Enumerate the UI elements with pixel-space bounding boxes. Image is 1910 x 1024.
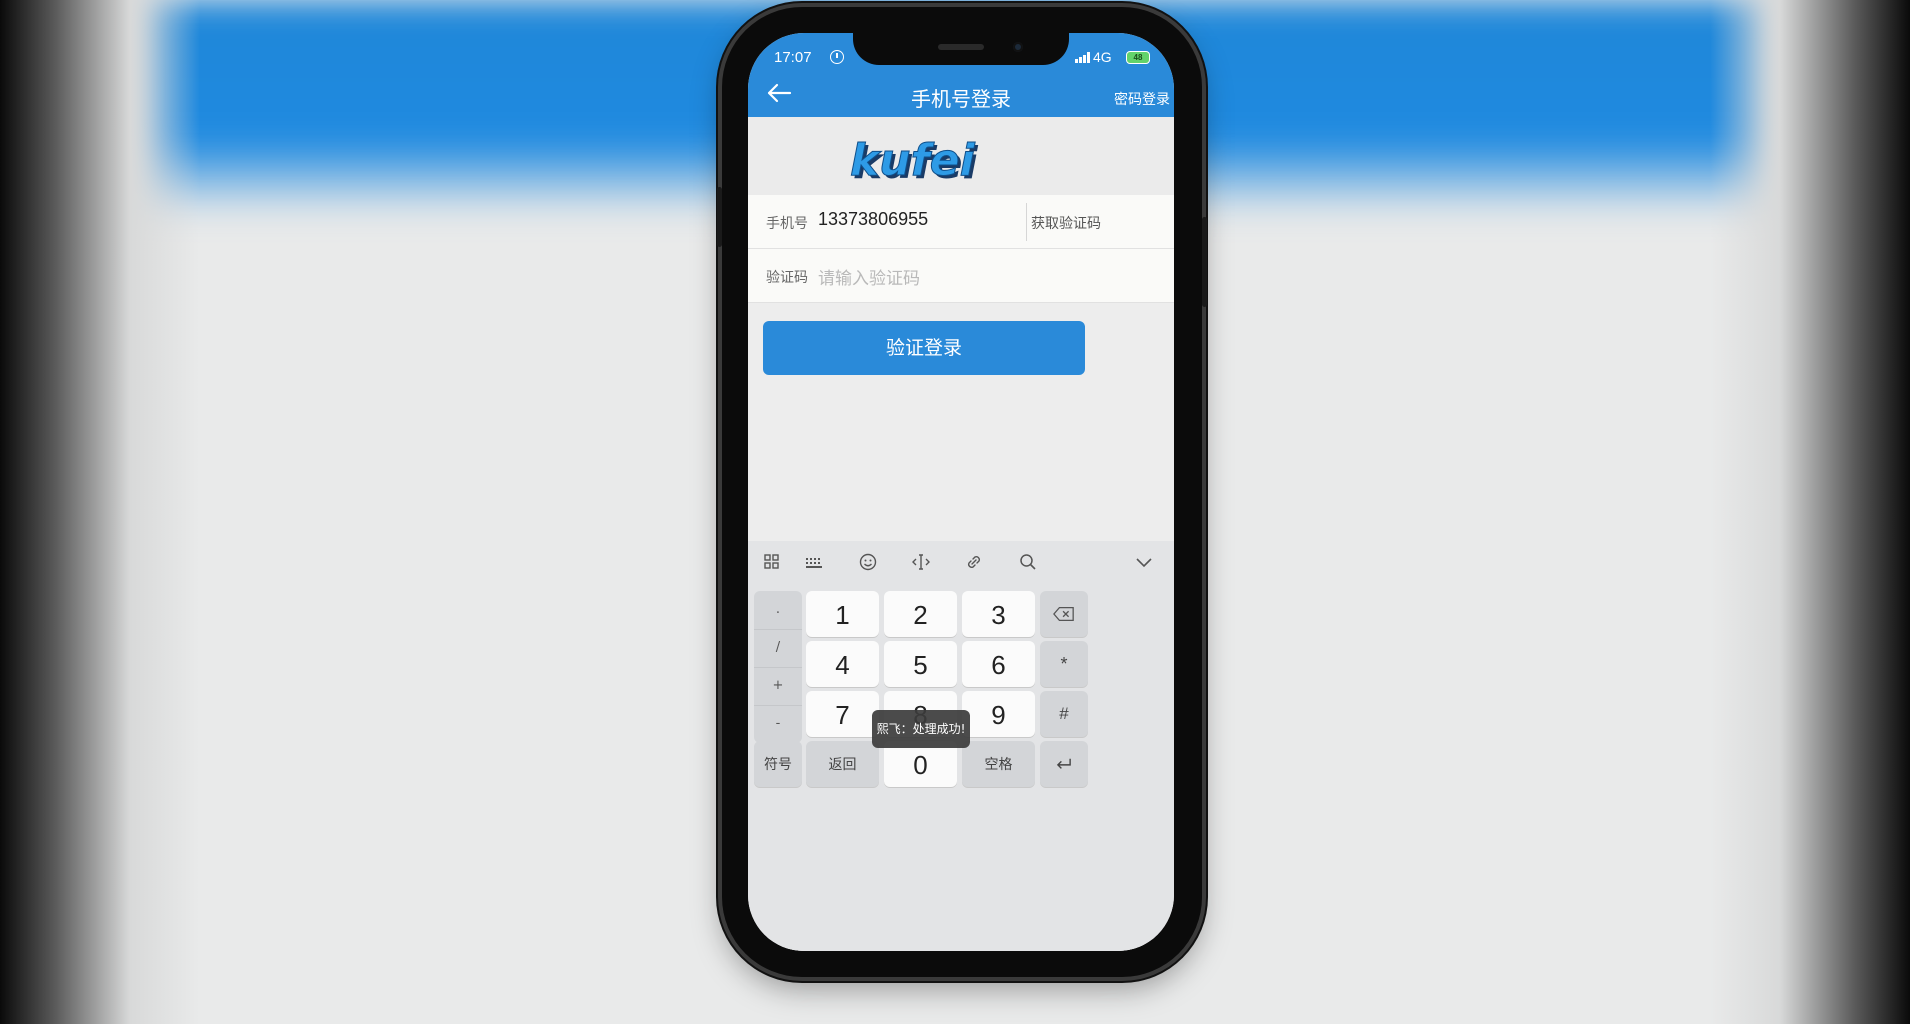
battery-icon: 48 bbox=[1126, 51, 1150, 64]
space-key[interactable]: 空格 bbox=[962, 741, 1035, 787]
verify-login-button[interactable]: 验证登录 bbox=[763, 321, 1085, 375]
chevron-down-icon[interactable] bbox=[1134, 552, 1154, 572]
hash-key[interactable]: # bbox=[1040, 691, 1088, 737]
symbol-key-slash[interactable]: / bbox=[754, 629, 802, 668]
keyboard-toolbar bbox=[748, 541, 1174, 583]
cursor-move-icon[interactable] bbox=[911, 552, 931, 572]
phone-input[interactable]: 13373806955 bbox=[818, 209, 928, 230]
symbol-column: . / + - bbox=[754, 591, 802, 743]
volume-button bbox=[717, 187, 722, 247]
keyboard-icon[interactable] bbox=[804, 552, 824, 572]
phone-screen: 17:07 4G 48 手机号登录 密码登录 kufei kufei 手机号 1… bbox=[748, 33, 1174, 951]
logo-area: kufei kufei bbox=[748, 117, 1174, 195]
notch bbox=[853, 33, 1069, 65]
home-bar bbox=[748, 937, 1174, 951]
enter-icon bbox=[1056, 758, 1071, 769]
network-type: 4G bbox=[1093, 49, 1112, 65]
symbol-key-plus[interactable]: + bbox=[754, 667, 802, 706]
key-1[interactable]: 1 bbox=[806, 591, 879, 637]
key-2[interactable]: 2 bbox=[884, 591, 957, 637]
kufei-logo: kufei kufei bbox=[850, 135, 979, 188]
code-row: 验证码 请输入验证码 bbox=[748, 249, 1174, 303]
backspace-key[interactable] bbox=[1040, 591, 1088, 637]
toast-message: 熙飞：处理成功! bbox=[872, 710, 970, 748]
get-code-button[interactable]: 获取验证码 bbox=[1031, 213, 1101, 233]
front-camera bbox=[1013, 42, 1023, 52]
status-time: 17:07 bbox=[774, 49, 812, 66]
symbol-key-minus[interactable]: - bbox=[754, 705, 802, 743]
page-title: 手机号登录 bbox=[911, 87, 1011, 111]
alarm-icon bbox=[830, 50, 844, 64]
key-5[interactable]: 5 bbox=[884, 641, 957, 687]
phone-label: 手机号 bbox=[766, 216, 808, 232]
symbol-key-dot[interactable]: . bbox=[754, 591, 802, 630]
key-4[interactable]: 4 bbox=[806, 641, 879, 687]
backspace-icon bbox=[1053, 606, 1074, 622]
emoji-icon[interactable] bbox=[858, 552, 878, 572]
star-key[interactable]: * bbox=[1040, 641, 1088, 687]
symbols-key[interactable]: 符号 bbox=[754, 741, 802, 787]
speaker bbox=[938, 44, 984, 50]
link-icon[interactable] bbox=[964, 552, 984, 572]
divider bbox=[1026, 203, 1027, 241]
phone-frame: 17:07 4G 48 手机号登录 密码登录 kufei kufei 手机号 1… bbox=[717, 7, 1207, 977]
return-key[interactable]: 返回 bbox=[806, 741, 879, 787]
password-login-link[interactable]: 密码登录 bbox=[1114, 89, 1170, 109]
code-label: 验证码 bbox=[766, 270, 808, 286]
phone-row: 手机号 13373806955 获取验证码 bbox=[748, 195, 1174, 249]
key-9[interactable]: 9 bbox=[962, 691, 1035, 737]
search-icon[interactable] bbox=[1018, 552, 1038, 572]
signal-icon bbox=[1075, 52, 1091, 63]
key-3[interactable]: 3 bbox=[962, 591, 1035, 637]
key-7[interactable]: 7 bbox=[806, 691, 879, 737]
enter-key[interactable] bbox=[1040, 741, 1088, 787]
power-button bbox=[1202, 217, 1207, 307]
key-6[interactable]: 6 bbox=[962, 641, 1035, 687]
logo-text: kufei bbox=[850, 135, 976, 186]
apps-grid-icon[interactable] bbox=[762, 552, 782, 572]
code-input[interactable]: 请输入验证码 bbox=[818, 264, 920, 289]
